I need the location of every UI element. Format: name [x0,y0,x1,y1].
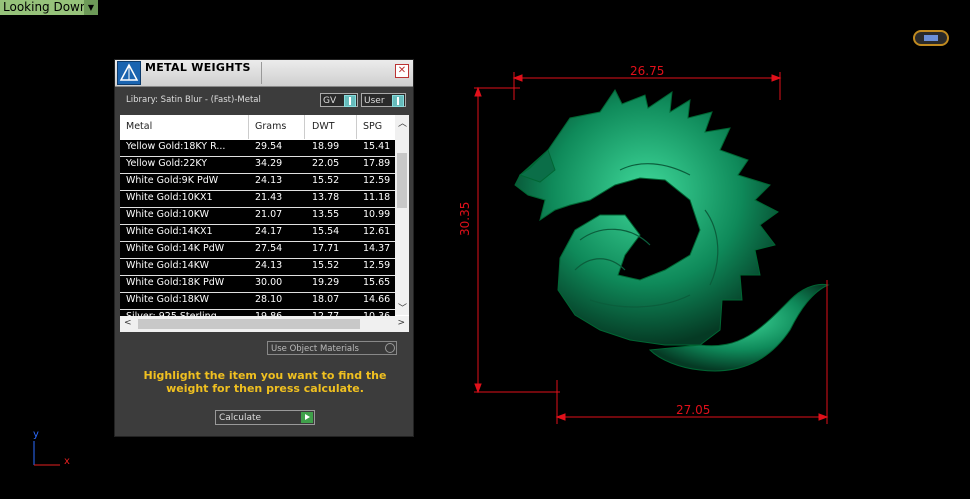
dwt-cell: 22.05 [312,158,340,169]
spg-cell: 14.37 [363,243,391,254]
table-row[interactable]: White Gold:10KW 21.07 13.55 10.99 [120,208,395,225]
metal-cell: White Gold:14K PdW [126,243,225,254]
metal-cell: White Gold:10KX1 [126,192,213,203]
table-body: Yellow Gold:18KY R... 29.54 18.99 15.41 Yell… [120,140,395,327]
metal-table[interactable]: Metal Grams DWT SPG Yellow Gold:18KY R..… [120,115,409,332]
grams-cell: 30.00 [255,277,283,288]
use-object-materials-label: Use Object Materials [271,344,359,354]
grams-cell: 21.07 [255,209,283,220]
column-header-dwt[interactable]: DWT [312,121,335,132]
close-button[interactable]: ✕ [395,64,409,78]
radio-circle-icon[interactable] [385,343,395,353]
spg-cell: 17.89 [363,158,391,169]
library-label: Library: Satin Blur - (Fast)-Metal [126,95,261,105]
titlebar-divider [261,62,262,84]
vertical-scrollbar[interactable]: ︿ ﹀ [395,115,409,315]
spg-cell: 12.61 [363,226,391,237]
app-logo-icon [117,61,141,85]
dwt-cell: 13.78 [312,192,340,203]
horizontal-scrollbar[interactable]: < > [120,316,409,332]
horizontal-scroll-thumb[interactable] [138,319,360,329]
dwt-cell: 15.54 [312,226,340,237]
calculate-label: Calculate [219,413,262,423]
spg-cell: 12.59 [363,260,391,271]
axis-x-label: x [64,456,70,467]
grams-cell: 24.13 [255,175,283,186]
dwt-cell: 13.55 [312,209,340,220]
dialog-title: METAL WEIGHTS [145,61,251,74]
table-row[interactable]: White Gold:14KX1 24.17 15.54 12.61 [120,225,395,242]
metal-weights-dialog: METAL WEIGHTS ✕ Library: Satin Blur - (F… [114,59,414,437]
grams-cell: 34.29 [255,158,283,169]
spg-cell: 11.18 [363,192,391,203]
calculate-button[interactable]: Calculate [215,410,315,425]
metal-cell: White Gold:18K PdW [126,277,225,288]
scroll-down-icon[interactable]: ﹀ [398,301,407,314]
vertical-scroll-thumb[interactable] [397,153,407,208]
grams-cell: 21.43 [255,192,283,203]
dwt-cell: 15.52 [312,260,340,271]
metal-cell: White Gold:10KW [126,209,210,220]
spg-cell: 14.66 [363,294,391,305]
axis-y-label: y [33,429,39,440]
spg-cell: 10.99 [363,209,391,220]
scroll-left-icon[interactable]: < [124,318,132,328]
column-header-metal[interactable]: Metal [126,121,152,132]
metal-cell: Yellow Gold:18KY R... [126,141,226,152]
gv-select-value: GV [323,96,337,106]
metal-cell: White Gold:9K PdW [126,175,219,186]
dwt-cell: 18.07 [312,294,340,305]
navigation-badge-icon[interactable] [913,30,949,46]
table-row[interactable]: Yellow Gold:18KY R... 29.54 18.99 15.41 [120,140,395,157]
play-arrow-icon[interactable] [301,412,313,423]
dwt-cell: 15.52 [312,175,340,186]
scroll-up-icon[interactable]: ︿ [398,116,407,129]
grams-cell: 28.10 [255,294,283,305]
table-row[interactable]: White Gold:18K PdW 30.00 19.29 15.65 [120,276,395,293]
gv-select[interactable]: GV [320,93,358,107]
column-header-grams[interactable]: Grams [255,121,286,132]
metal-cell: White Gold:14KW [126,260,210,271]
dimension-top-width: 26.75 [630,64,665,78]
table-row[interactable]: White Gold:14KW 24.13 15.52 12.59 [120,259,395,276]
grams-cell: 24.13 [255,260,283,271]
gv-dropdown-icon[interactable] [344,95,356,107]
user-select-value: User [364,96,385,106]
user-select[interactable]: User [361,93,406,107]
grams-cell: 24.17 [255,226,283,237]
dialog-titlebar[interactable]: METAL WEIGHTS ✕ [115,60,413,87]
grams-cell: 27.54 [255,243,283,254]
grams-cell: 29.54 [255,141,283,152]
dwt-cell: 19.29 [312,277,340,288]
table-row[interactable]: White Gold:18KW 28.10 18.07 14.66 [120,293,395,310]
table-row[interactable]: White Gold:9K PdW 24.13 15.52 12.59 [120,174,395,191]
metal-cell: White Gold:18KW [126,294,210,305]
spg-cell: 12.59 [363,175,391,186]
table-row[interactable]: White Gold:10KX1 21.43 13.78 11.18 [120,191,395,208]
dwt-cell: 17.71 [312,243,340,254]
metal-cell: Yellow Gold:22KY [126,158,208,169]
dimension-bottom-width: 27.05 [676,403,711,417]
spg-cell: 15.41 [363,141,391,152]
spg-cell: 15.65 [363,277,391,288]
metal-cell: White Gold:14KX1 [126,226,213,237]
use-object-materials-toggle[interactable]: Use Object Materials [267,341,397,355]
dimension-height: 30.35 [458,201,472,236]
column-header-spg[interactable]: SPG [363,121,382,132]
scroll-right-icon[interactable]: > [397,318,405,328]
table-header: Metal Grams DWT SPG [120,115,395,139]
dragon-model [514,89,830,372]
user-dropdown-icon[interactable] [392,95,404,107]
dwt-cell: 18.99 [312,141,340,152]
table-row[interactable]: Yellow Gold:22KY 34.29 22.05 17.89 [120,157,395,174]
instruction-text: Highlight the item you want to find the … [143,369,387,395]
table-row[interactable]: White Gold:14K PdW 27.54 17.71 14.37 [120,242,395,259]
